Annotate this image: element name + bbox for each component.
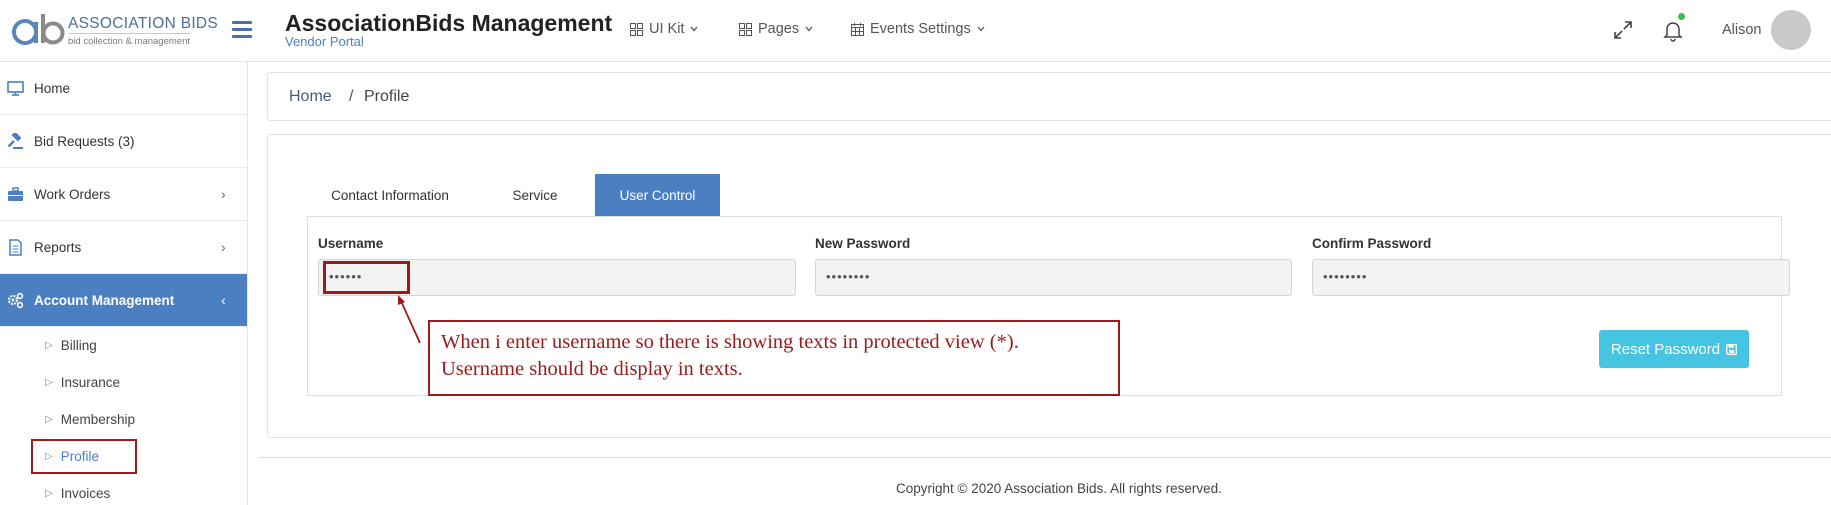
- chevron-down-icon: [977, 26, 985, 32]
- caret-right-icon: ▷: [45, 340, 53, 351]
- grid-icon: [630, 22, 643, 36]
- nav-ui-kit[interactable]: UI Kit: [630, 21, 698, 37]
- footer-divider: [258, 457, 1831, 458]
- monitor-icon: [7, 80, 24, 96]
- confirm-password-field[interactable]: ••••••••: [1312, 259, 1790, 296]
- chevron-right-icon: ›: [221, 186, 226, 202]
- caret-right-icon: ▷: [45, 377, 53, 388]
- new-password-label: New Password: [815, 236, 911, 251]
- annotation-line-1: When i enter username so there is showin…: [441, 331, 1019, 353]
- chevron-down-icon: [690, 26, 698, 32]
- tab-user-control[interactable]: User Control: [595, 174, 720, 216]
- logo-title: ASSOCIATION BIDS: [68, 15, 219, 32]
- sidebar-subitem-membership[interactable]: ▷ Membership: [45, 412, 135, 427]
- calendar-icon: [851, 22, 864, 36]
- sidebar-item-work-orders[interactable]: Work Orders ›: [0, 168, 247, 221]
- gears-icon: [7, 292, 24, 308]
- sidebar-item-label: Account Management: [34, 292, 175, 308]
- tab-contact-information[interactable]: Contact Information: [317, 174, 463, 216]
- sidebar-subitem-label: Billing: [60, 338, 97, 353]
- nav-pages[interactable]: Pages: [739, 21, 813, 37]
- sidebar-subitem-label: Insurance: [60, 375, 120, 390]
- chevron-right-icon: ›: [221, 239, 226, 255]
- sidebar-subitem-invoices[interactable]: ▷ Invoices: [45, 486, 110, 501]
- sidebar-item-label: Bid Requests (3): [34, 133, 135, 149]
- gavel-icon: [7, 132, 23, 149]
- menu-toggle-icon[interactable]: [232, 21, 252, 38]
- new-password-field[interactable]: ••••••••: [815, 259, 1292, 296]
- chevron-left-icon: ‹: [221, 292, 226, 308]
- annotation-arrow-icon: [398, 295, 421, 344]
- nav-pages-label: Pages: [758, 21, 800, 37]
- footer-copyright: Copyright © 2020 Association Bids. All r…: [896, 481, 1222, 496]
- sidebar-item-bid-requests[interactable]: Bid Requests (3): [0, 115, 247, 168]
- sidebar-subitem-label: Invoices: [60, 486, 111, 501]
- username-highlight-annotation: [323, 261, 410, 294]
- app-title: AssociationBids Management: [285, 10, 613, 36]
- annotation-line-2: Username should be display in texts.: [441, 358, 743, 380]
- nav-events-settings[interactable]: Events Settings: [851, 21, 985, 37]
- profile-highlight-annotation: [31, 439, 137, 474]
- tab-service[interactable]: Service: [492, 174, 578, 216]
- confirm-password-label: Confirm Password: [1312, 236, 1432, 251]
- sidebar-item-label: Home: [34, 80, 71, 96]
- sidebar-subitem-billing[interactable]: ▷ Billing: [45, 338, 97, 353]
- breadcrumb-current: Profile: [364, 88, 410, 105]
- document-icon: [9, 238, 22, 256]
- save-icon: [1726, 343, 1738, 355]
- sidebar-item-label: Work Orders: [34, 186, 111, 202]
- briefcase-icon: [8, 186, 23, 201]
- avatar[interactable]: [1771, 10, 1811, 50]
- logo-mark-icon: [12, 14, 65, 45]
- reset-password-button[interactable]: Reset Password: [1599, 330, 1749, 368]
- sidebar-item-label: Reports: [34, 239, 82, 255]
- bug-annotation-note: When i enter username so there is showin…: [428, 320, 1120, 396]
- top-header: ASSOCIATION BIDS bid collection & manage…: [0, 0, 1831, 62]
- fullscreen-icon[interactable]: [1611, 18, 1635, 42]
- username-label: Username: [318, 236, 384, 251]
- association-bids-logo[interactable]: ASSOCIATION BIDS bid collection & manage…: [12, 8, 218, 48]
- bell-icon[interactable]: [1661, 18, 1685, 42]
- logo-tagline: bid collection & management: [68, 33, 190, 47]
- nav-ui-kit-label: UI Kit: [649, 21, 685, 37]
- user-name[interactable]: Alison: [1722, 22, 1762, 38]
- caret-right-icon: ▷: [45, 488, 53, 499]
- sidebar-item-account-management[interactable]: Account Management ‹: [0, 274, 247, 327]
- breadcrumb-separator: /: [349, 88, 354, 105]
- breadcrumb-home-link[interactable]: Home: [289, 88, 332, 106]
- nav-events-settings-label: Events Settings: [870, 21, 971, 37]
- sidebar-subitem-label: Membership: [60, 412, 135, 427]
- reset-password-label: Reset Password: [1610, 340, 1721, 358]
- breadcrumb: Home / Profile: [267, 72, 1831, 121]
- sidebar-subitem-insurance[interactable]: ▷ Insurance: [45, 375, 120, 390]
- chevron-down-icon: [805, 26, 813, 32]
- grid-icon: [739, 22, 752, 36]
- notification-dot: [1678, 13, 1685, 20]
- app-subtitle: Vendor Portal: [285, 34, 364, 49]
- sidebar-item-reports[interactable]: Reports ›: [0, 221, 247, 274]
- caret-right-icon: ▷: [45, 414, 53, 425]
- sidebar-item-home[interactable]: Home: [0, 62, 247, 115]
